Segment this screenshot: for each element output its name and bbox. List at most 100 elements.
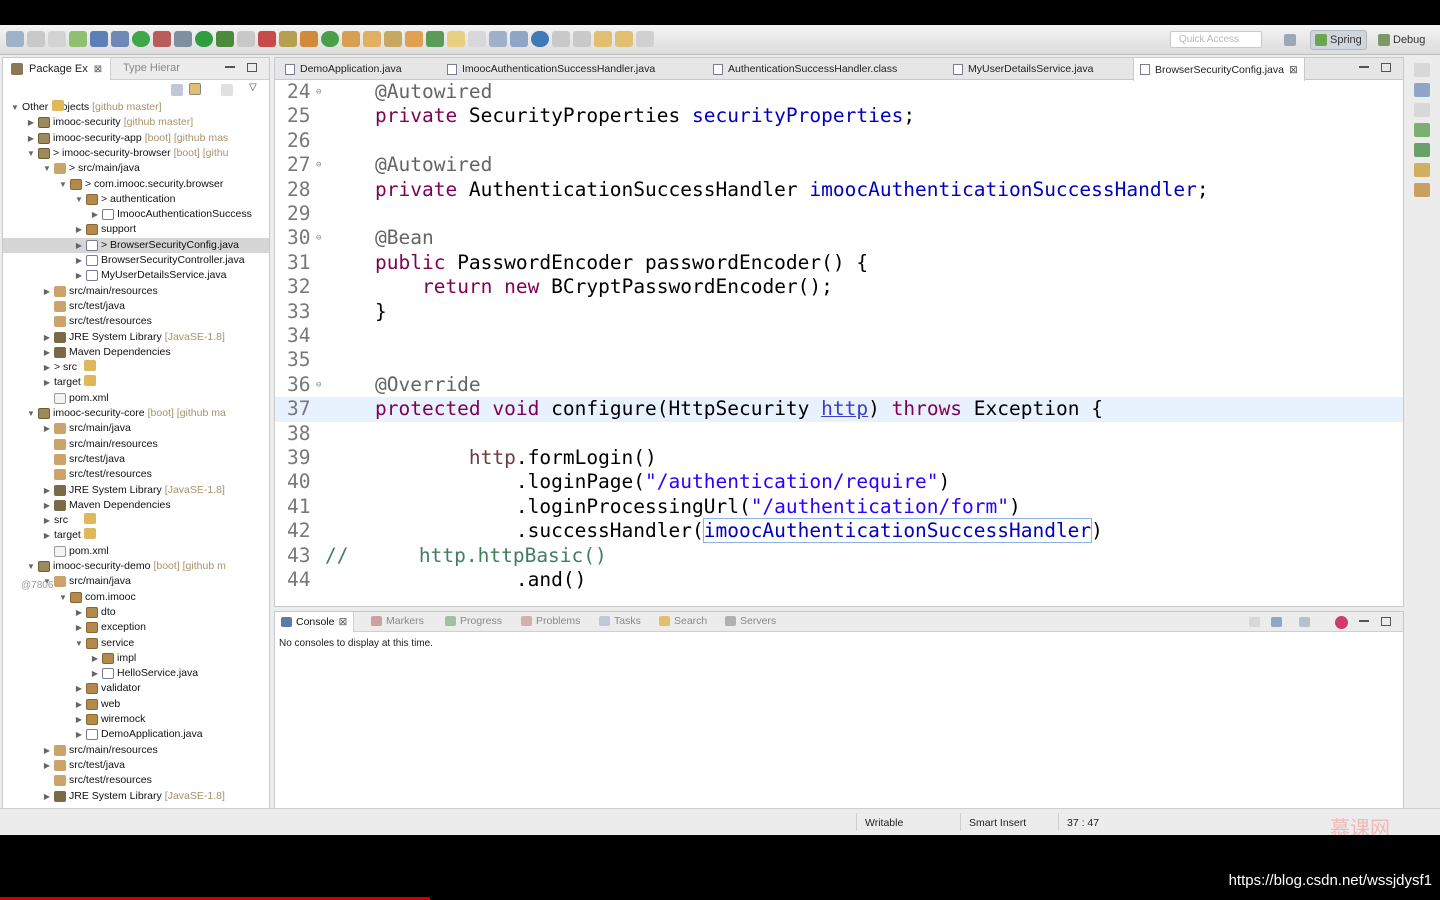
- forward-icon[interactable]: [636, 31, 654, 47]
- tree-item[interactable]: ▼ Other Projects [github master]: [11, 100, 162, 115]
- fold-icon[interactable]: ⊖: [316, 80, 321, 104]
- collapsed-arrow-icon[interactable]: ▶: [75, 681, 83, 696]
- maximize-icon[interactable]: [1381, 617, 1391, 626]
- fold-icon[interactable]: ⊖: [316, 373, 321, 397]
- open-task-icon[interactable]: [363, 31, 381, 47]
- minimize-icon[interactable]: [225, 63, 235, 68]
- tree-item[interactable]: ▼ > imooc-security-browser [boot] [githu: [27, 146, 228, 161]
- collapsed-arrow-icon[interactable]: ▶: [75, 697, 83, 712]
- tree-item[interactable]: ▶ Maven Dependencies: [43, 498, 171, 513]
- tree-item[interactable]: ▶ src/test/java: [43, 758, 125, 773]
- next-annotation-icon[interactable]: [552, 31, 570, 47]
- tab-problems[interactable]: Problems: [521, 615, 580, 627]
- collapsed-arrow-icon[interactable]: ▶: [43, 330, 51, 345]
- open-type-icon[interactable]: [342, 31, 360, 47]
- collapsed-arrow-icon[interactable]: ▶: [75, 253, 83, 268]
- collapsed-arrow-icon[interactable]: ▶: [43, 743, 51, 758]
- collapsed-arrow-icon[interactable]: ▶: [43, 528, 51, 543]
- tab-imooc-auth-handler[interactable]: ImoocAuthenticationSuccessHandler.java: [441, 58, 661, 80]
- tree-item[interactable]: ▶ impl: [91, 651, 136, 666]
- boot-dashboard-icon[interactable]: [1414, 123, 1430, 137]
- tab-progress[interactable]: Progress: [445, 615, 502, 627]
- tree-item[interactable]: src/test/java: [43, 452, 125, 467]
- run-external-icon[interactable]: [216, 31, 234, 47]
- tree-item[interactable]: ▶ HelloService.java: [91, 666, 198, 681]
- tree-item[interactable]: src/test/resources: [43, 467, 152, 482]
- tab-auth-success-handler-class[interactable]: AuthenticationSuccessHandler.class: [707, 58, 903, 80]
- new-icon[interactable]: [6, 31, 24, 47]
- fold-icon[interactable]: ⊖: [316, 153, 321, 177]
- tree-item[interactable]: ▶ target: [43, 528, 96, 543]
- tree-item[interactable]: ▼ com.imooc: [59, 590, 136, 605]
- collapsed-arrow-icon[interactable]: ▶: [27, 131, 35, 146]
- relaunch-icon[interactable]: [153, 31, 171, 47]
- tree-item[interactable]: ▶ BrowserSecurityController.java: [75, 253, 245, 268]
- spring-boot-icon[interactable]: [132, 31, 150, 47]
- expanded-arrow-icon[interactable]: ▼: [27, 559, 35, 574]
- collapsed-arrow-icon[interactable]: ▶: [43, 421, 51, 436]
- collapsed-arrow-icon[interactable]: ▶: [43, 284, 51, 299]
- maximize-icon[interactable]: [1381, 63, 1391, 72]
- tree-item[interactable]: ▶ target: [43, 375, 96, 390]
- collapsed-arrow-icon[interactable]: ▶: [43, 483, 51, 498]
- tree-item[interactable]: ▶ src/main/resources: [43, 284, 158, 299]
- run-icon[interactable]: [195, 31, 213, 47]
- history-icon[interactable]: [1414, 163, 1430, 177]
- collapsed-arrow-icon[interactable]: ▶: [91, 666, 99, 681]
- code-text-area[interactable]: 24 ⊖ @Autowired 25 private SecurityProperti…: [275, 80, 1403, 606]
- tab-browsersecurityconfig[interactable]: BrowserSecurityConfig.java ⊠: [1133, 58, 1305, 81]
- tree-item[interactable]: ▶ src/main/java: [43, 421, 131, 436]
- perspective-spring-button[interactable]: Spring: [1310, 30, 1367, 50]
- prev-annotation-icon[interactable]: [573, 31, 591, 47]
- tab-console[interactable]: Console ⊠: [275, 612, 355, 632]
- debug-icon[interactable]: [174, 31, 192, 47]
- collapsed-arrow-icon[interactable]: ▶: [75, 268, 83, 283]
- display-console-icon[interactable]: [1271, 617, 1282, 627]
- collapsed-arrow-icon[interactable]: ▶: [75, 605, 83, 620]
- close-icon[interactable]: ⊠: [1289, 64, 1298, 76]
- tree-item[interactable]: ▶ web: [75, 697, 120, 712]
- tab-servers[interactable]: Servers: [725, 615, 776, 627]
- tree-item[interactable]: ▶ ImoocAuthenticationSuccess: [91, 207, 252, 222]
- new-project-icon[interactable]: [69, 31, 87, 47]
- collapsed-arrow-icon[interactable]: ▶: [75, 712, 83, 727]
- collapsed-arrow-icon[interactable]: ▶: [43, 360, 51, 375]
- print-icon[interactable]: [48, 31, 66, 47]
- tree-item[interactable]: ▶ support: [75, 222, 136, 237]
- tab-myuserdetailsservice[interactable]: MyUserDetailsService.java: [947, 58, 1099, 80]
- expanded-arrow-icon[interactable]: ▼: [11, 100, 19, 115]
- collapsed-arrow-icon[interactable]: ▶: [75, 727, 83, 742]
- tree-item[interactable]: src/test/resources: [43, 314, 152, 329]
- close-icon[interactable]: ⊠: [339, 616, 348, 628]
- open-folder-icon[interactable]: [405, 31, 423, 47]
- focus-icon[interactable]: [221, 84, 233, 96]
- minimize-icon[interactable]: [1359, 617, 1369, 622]
- open-console-icon[interactable]: [1299, 617, 1310, 627]
- git-icon[interactable]: [1414, 143, 1430, 157]
- tree-item[interactable]: src/main/resources: [43, 437, 158, 452]
- tree-item[interactable]: pom.xml: [43, 391, 109, 406]
- collapsed-arrow-icon[interactable]: ▶: [27, 115, 35, 130]
- perspective-debug-button[interactable]: Debug: [1374, 30, 1429, 50]
- collapse-all-icon[interactable]: [171, 84, 183, 96]
- expanded-arrow-icon[interactable]: ▼: [43, 161, 51, 176]
- search-toolbar-icon[interactable]: [384, 31, 402, 47]
- tree-item[interactable]: pom.xml: [43, 544, 109, 559]
- collapsed-arrow-icon[interactable]: ▶: [43, 345, 51, 360]
- skip-breakpoints-icon[interactable]: [111, 31, 129, 47]
- link-editor-icon[interactable]: [189, 83, 201, 95]
- tree-item[interactable]: ▶ imooc-security [github master]: [27, 115, 193, 130]
- tab-markers[interactable]: Markers: [371, 615, 424, 627]
- collapsed-arrow-icon[interactable]: ▶: [75, 222, 83, 237]
- collapsed-arrow-icon[interactable]: ▶: [91, 651, 99, 666]
- collapsed-arrow-icon[interactable]: ▶: [91, 207, 99, 222]
- collapsed-arrow-icon[interactable]: ▶: [43, 375, 51, 390]
- restore-icon[interactable]: [1414, 63, 1430, 77]
- tree-item[interactable]: ▶ imooc-security-app [boot] [github mas: [27, 131, 228, 146]
- expanded-arrow-icon[interactable]: ▼: [75, 636, 83, 651]
- expanded-arrow-icon[interactable]: ▼: [27, 406, 35, 421]
- new-java-project-icon[interactable]: [279, 31, 297, 47]
- collapsed-arrow-icon[interactable]: ▶: [43, 513, 51, 528]
- expanded-arrow-icon[interactable]: ▼: [59, 177, 67, 192]
- tab-type-hierarchy[interactable]: Type Hierar: [123, 62, 180, 74]
